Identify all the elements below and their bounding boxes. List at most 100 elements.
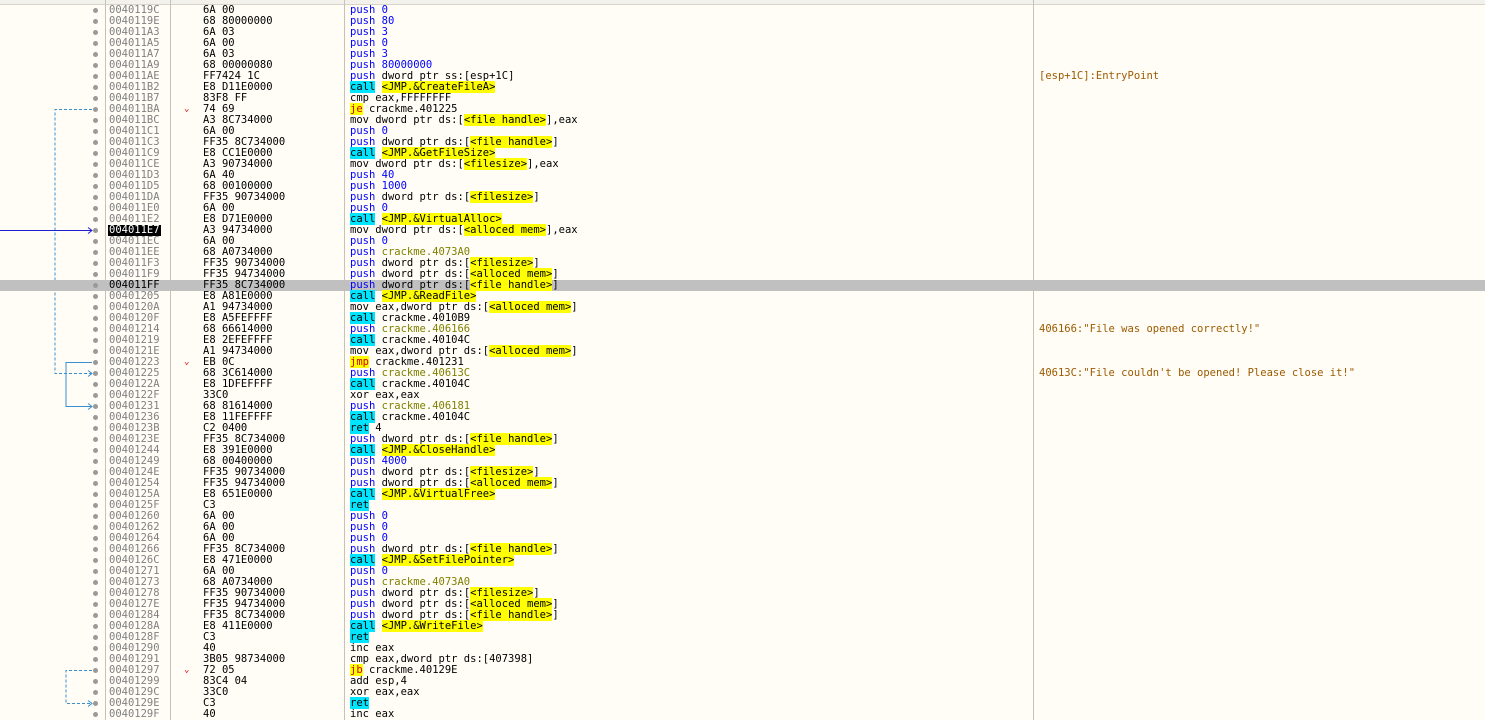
breakpoint-dot[interactable] [93, 382, 98, 387]
breakpoint-dot[interactable] [93, 162, 98, 167]
breakpoint-dot[interactable] [93, 602, 98, 607]
disassembly-view[interactable]: 0040119C 6A 00 push 0 0040119E 68 80000000 pu… [0, 0, 1485, 720]
breakpoint-dot[interactable] [93, 514, 98, 519]
breakpoint-dot[interactable] [93, 63, 98, 68]
breakpoint-dot[interactable] [93, 657, 98, 662]
bracket: [ [457, 114, 464, 126]
instruction-row[interactable]: 0040129F 40 inc eax [0, 709, 1485, 720]
breakpoint-dot[interactable] [93, 492, 98, 497]
breakpoint-dot[interactable] [93, 448, 98, 453]
breakpoint-dot[interactable] [93, 668, 98, 673]
breakpoint-dot[interactable] [93, 393, 98, 398]
breakpoint-dot[interactable] [93, 580, 98, 585]
operand-text: ,eax [552, 114, 578, 126]
instruction-row[interactable]: 0040128A E8 411E0000 call <JMP.&WriteFile> [0, 620, 1485, 632]
breakpoint-dot[interactable] [93, 129, 98, 134]
breakpoint-dot[interactable] [93, 525, 98, 530]
breakpoint-dot[interactable] [93, 679, 98, 684]
breakpoint-dot[interactable] [93, 437, 98, 442]
breakpoint-dot[interactable] [93, 107, 98, 112]
breakpoint-dot[interactable] [93, 558, 98, 563]
instruction-row[interactable]: 0040129E C3 ret [0, 697, 1485, 709]
bracket: ] [508, 70, 515, 82]
breakpoint-dot[interactable] [93, 624, 98, 629]
instruction-row[interactable]: 0040125A E8 651E0000 call <JMP.&VirtualFre… [0, 488, 1485, 500]
label-ref: <alloced mem> [463, 224, 546, 236]
breakpoint-dot[interactable] [93, 173, 98, 178]
breakpoint-dot[interactable] [93, 316, 98, 321]
breakpoint-dot[interactable] [93, 635, 98, 640]
jump-chevron-icon: ⌄ [184, 665, 190, 675]
operand-text: dword ptr ds: [381, 191, 464, 203]
breakpoint-dot[interactable] [93, 151, 98, 156]
breakpoint-dot[interactable] [93, 272, 98, 277]
breakpoint-dot[interactable] [93, 19, 98, 24]
breakpoint-dot[interactable] [93, 250, 98, 255]
breakpoint-dot[interactable] [93, 52, 98, 57]
breakpoint-dot[interactable] [93, 184, 98, 189]
breakpoint-dot[interactable] [93, 591, 98, 596]
operands: dword ptr ds:[<file handle>],eax [375, 114, 578, 126]
operands: dword ptr ds:[<filesize>],eax [375, 158, 559, 170]
breakpoint-dot[interactable] [93, 261, 98, 266]
instruction-row[interactable]: 0040128F C3 ret [0, 631, 1485, 643]
bracket: ] [533, 191, 540, 203]
breakpoint-dot[interactable] [93, 85, 98, 90]
label-ref: <filesize> [470, 191, 534, 203]
breakpoint-dot[interactable] [93, 404, 98, 409]
breakpoint-dot[interactable] [93, 426, 98, 431]
breakpoint-dot[interactable] [93, 41, 98, 46]
breakpoint-dot[interactable] [93, 646, 98, 651]
breakpoint-dot[interactable] [93, 294, 98, 299]
operands: crackme.40104C [382, 411, 471, 423]
breakpoint-dot[interactable] [93, 206, 98, 211]
bracket: ] [552, 609, 559, 621]
label-ref: <JMP.&SetFilePointer> [381, 554, 515, 566]
breakpoint-dot[interactable] [93, 338, 98, 343]
breakpoint-dot[interactable] [93, 503, 98, 508]
breakpoint-dot[interactable] [93, 228, 98, 233]
breakpoint-dot[interactable] [93, 712, 98, 717]
mnemonic: inc [350, 708, 369, 720]
breakpoint-dot[interactable] [93, 349, 98, 354]
operands: eax,eax [375, 686, 419, 698]
breakpoint-dot[interactable] [93, 481, 98, 486]
breakpoint-dot[interactable] [93, 470, 98, 475]
breakpoint-dot[interactable] [93, 536, 98, 541]
breakpoint-dot[interactable] [93, 701, 98, 706]
breakpoint-dot[interactable] [93, 239, 98, 244]
instruction-row[interactable]: 0040129C 33C0 xor eax,eax [0, 687, 1485, 698]
breakpoint-dot[interactable] [93, 140, 98, 145]
comment-cell: [esp+1C]:EntryPoint [1039, 70, 1160, 82]
breakpoint-dot[interactable] [93, 8, 98, 13]
instruction-cell[interactable]: call <JMP.&WriteFile> [350, 620, 483, 632]
breakpoint-dot[interactable] [93, 217, 98, 222]
breakpoint-dot[interactable] [93, 74, 98, 79]
breakpoint-dot[interactable] [93, 118, 98, 123]
operands: <JMP.&VirtualFree> [381, 488, 496, 500]
breakpoint-dot[interactable] [93, 459, 98, 464]
breakpoint-dot[interactable] [93, 547, 98, 552]
instruction-cell[interactable]: inc eax [350, 709, 394, 720]
breakpoint-dot[interactable] [93, 195, 98, 200]
breakpoint-dot[interactable] [93, 690, 98, 695]
breakpoint-dot[interactable] [93, 613, 98, 618]
breakpoint-dot[interactable] [93, 569, 98, 574]
address-cell[interactable]: 0040129F [109, 709, 160, 720]
breakpoint-dot[interactable] [93, 283, 98, 288]
bracket: ] [552, 433, 559, 445]
comment-cell: 40613C:"File couldn't be opened! Please … [1039, 367, 1356, 379]
breakpoint-dot[interactable] [93, 327, 98, 332]
breakpoint-dot[interactable] [93, 415, 98, 420]
jump-chevron-icon: ⌄ [184, 357, 190, 367]
operands: eax [375, 708, 394, 720]
breakpoint-dot[interactable] [93, 30, 98, 35]
operand-text: ,eax [552, 224, 578, 236]
bracket: ] [552, 279, 559, 291]
instruction-cell[interactable]: call <JMP.&VirtualFree> [350, 488, 496, 500]
breakpoint-dot[interactable] [93, 360, 98, 365]
breakpoint-dot[interactable] [93, 371, 98, 376]
comment-cell: 406166:"File was opened correctly!" [1039, 323, 1261, 335]
breakpoint-dot[interactable] [93, 305, 98, 310]
breakpoint-dot[interactable] [93, 96, 98, 101]
